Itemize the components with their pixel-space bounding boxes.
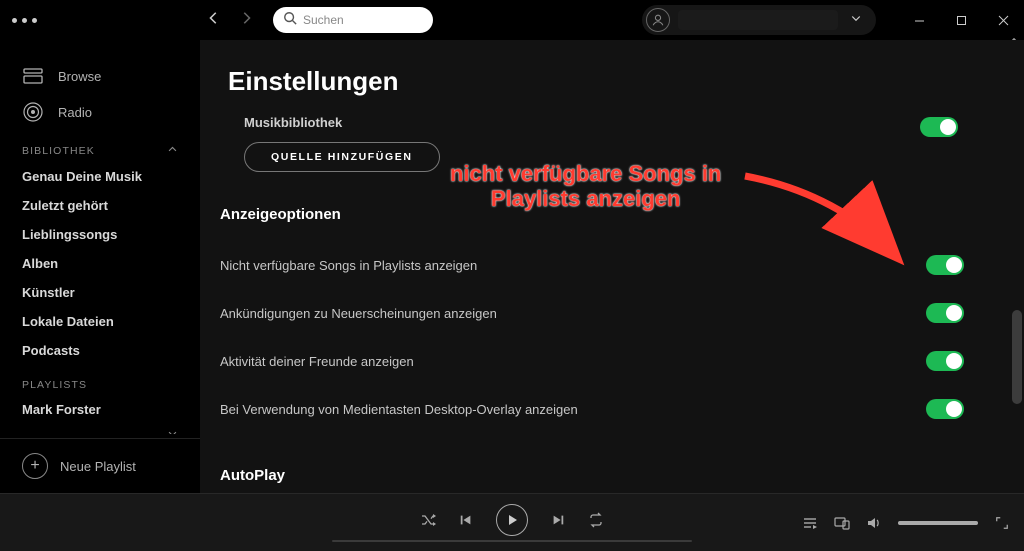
sidebar-section-library: BIBLIOTHEK — [0, 130, 200, 162]
sidebar: Browse Radio BIBLIOTHEK Genau Deine Musi… — [0, 40, 200, 493]
volume-button[interactable] — [866, 515, 882, 531]
volume-slider[interactable] — [898, 521, 978, 525]
menu-dots[interactable] — [12, 18, 37, 23]
scrollbar-thumb[interactable] — [1012, 310, 1022, 404]
avatar-icon — [646, 8, 670, 32]
new-playlist-button[interactable]: + Neue Playlist — [0, 439, 200, 493]
setting-label: Aktivität deiner Freunde anzeigen — [220, 354, 414, 369]
window-maximize-button[interactable] — [940, 2, 982, 38]
setting-label: Ankündigungen zu Neuerscheinungen anzeig… — [220, 306, 497, 321]
play-button[interactable] — [496, 504, 528, 536]
user-menu[interactable] — [642, 5, 876, 35]
new-playlist-label: Neue Playlist — [60, 459, 136, 474]
toggle-friend-activity[interactable] — [926, 351, 964, 371]
page-title: Einstellungen — [220, 40, 964, 111]
setting-row-new-releases: Ankündigungen zu Neuerscheinungen anzeig… — [220, 289, 964, 337]
window-minimize-button[interactable] — [898, 2, 940, 38]
setting-label-musikbibliothek: Musikbibliothek — [220, 111, 342, 142]
nav-back-button[interactable] — [207, 11, 221, 30]
settings-panel: Einstellungen Musikbibliothek QUELLE HIN… — [200, 40, 1024, 493]
toggle-new-releases[interactable] — [926, 303, 964, 323]
sidebar-item-browse[interactable]: Browse — [0, 58, 200, 94]
section-header-autoplay: AutoPlay — [220, 433, 964, 493]
search-icon — [283, 11, 297, 30]
setting-label: Bei Verwendung von Medientasten Desktop-… — [220, 402, 578, 417]
previous-button[interactable] — [458, 512, 474, 528]
sidebar-section-playlists: PLAYLISTS — [0, 365, 200, 395]
repeat-button[interactable] — [588, 512, 604, 528]
section-header-display: Anzeigeoptionen — [220, 172, 964, 241]
sidebar-label: Browse — [58, 69, 101, 84]
devices-button[interactable] — [834, 515, 850, 531]
sidebar-item-podcasts[interactable]: Podcasts — [0, 336, 200, 365]
add-source-button[interactable]: QUELLE HINZUFÜGEN — [244, 142, 440, 172]
top-bar — [0, 0, 1024, 40]
chevron-down-icon[interactable] — [167, 426, 178, 434]
setting-row-unavailable-songs: Nicht verfügbare Songs in Playlists anze… — [220, 241, 964, 289]
setting-label: Nicht verfügbare Songs in Playlists anze… — [220, 258, 477, 273]
next-button[interactable] — [550, 512, 566, 528]
shuffle-button[interactable] — [420, 512, 436, 528]
sidebar-item-local-files[interactable]: Lokale Dateien — [0, 307, 200, 336]
queue-button[interactable] — [802, 515, 818, 531]
plus-icon: + — [22, 453, 48, 479]
window-close-button[interactable] — [982, 2, 1024, 38]
sidebar-playlist-item[interactable]: Mark Forster — [0, 395, 200, 424]
sidebar-item-made-for-you[interactable]: Genau Deine Musik — [0, 162, 200, 191]
sidebar-item-artists[interactable]: Künstler — [0, 278, 200, 307]
chevron-up-icon[interactable] — [167, 144, 178, 158]
player-bar — [0, 493, 1024, 551]
setting-row-friend-activity: Aktivität deiner Freunde anzeigen — [220, 337, 964, 385]
toggle-musikbibliothek[interactable] — [920, 117, 958, 137]
fullscreen-button[interactable] — [994, 515, 1010, 531]
sidebar-item-radio[interactable]: Radio — [0, 94, 200, 130]
setting-row-desktop-overlay: Bei Verwendung von Medientasten Desktop-… — [220, 385, 964, 433]
browse-icon — [22, 65, 44, 87]
toggle-unavailable-songs[interactable] — [926, 255, 964, 275]
radio-icon — [22, 101, 44, 123]
sidebar-label: Radio — [58, 105, 92, 120]
user-name-redacted — [678, 10, 838, 30]
chevron-down-icon — [850, 11, 862, 29]
sidebar-item-liked-songs[interactable]: Lieblingssongs — [0, 220, 200, 249]
search-input[interactable] — [303, 13, 458, 27]
sidebar-item-albums[interactable]: Alben — [0, 249, 200, 278]
sidebar-item-recently-played[interactable]: Zuletzt gehört — [0, 191, 200, 220]
toggle-desktop-overlay[interactable] — [926, 399, 964, 419]
progress-bar[interactable] — [332, 540, 692, 542]
nav-forward-button[interactable] — [239, 11, 253, 30]
search-box[interactable] — [273, 7, 433, 33]
